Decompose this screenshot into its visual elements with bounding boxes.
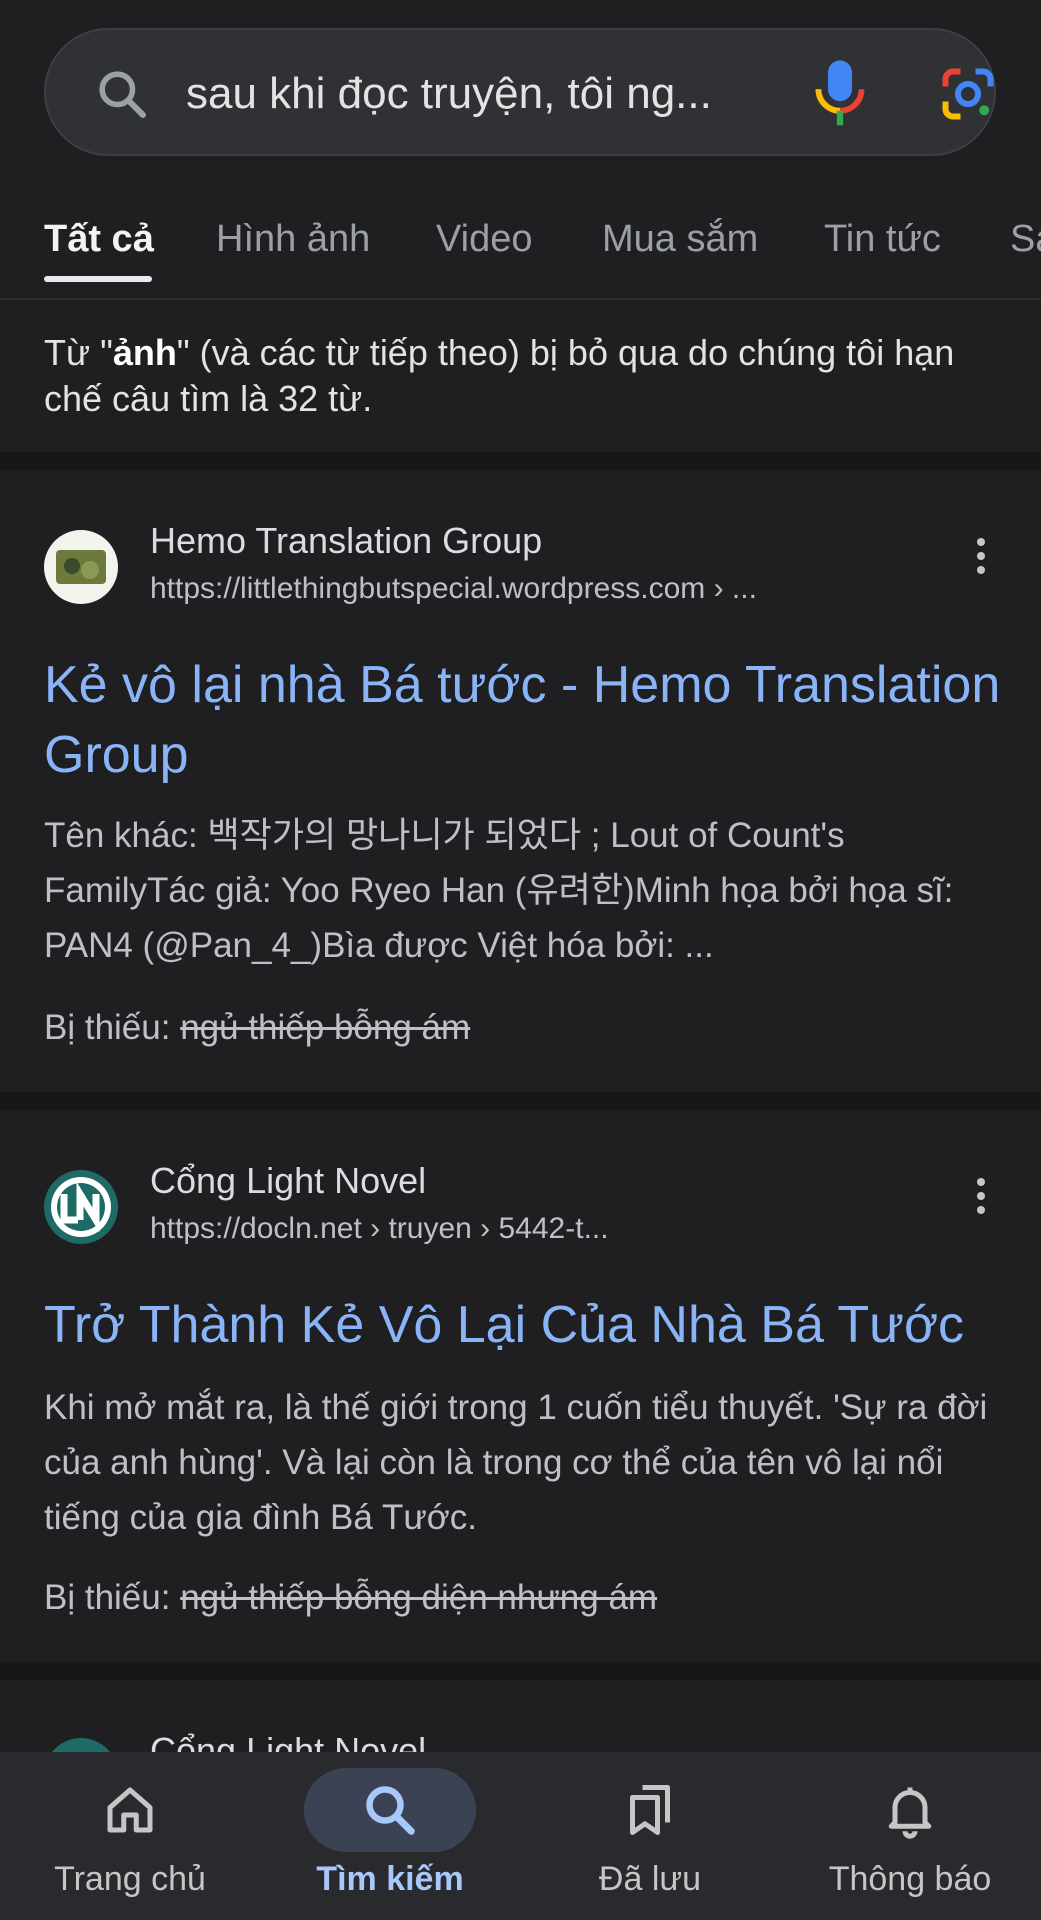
search-bar[interactable]: sau khi đọc truyện, tôi ng...: [44, 28, 996, 156]
bookmarks-icon: [630, 1785, 670, 1835]
nav-icon-container: [44, 1768, 216, 1852]
search-result: Cổng Light Novel: [0, 1680, 1041, 1752]
google-lens-icon[interactable]: [938, 64, 998, 124]
notice-word: ảnh: [112, 332, 177, 373]
nav-label: Trang chủ: [54, 1860, 206, 1898]
nav-label: Tìm kiếm: [316, 1860, 464, 1898]
nav-icon-container: [564, 1768, 736, 1852]
tab-shopping[interactable]: Mua sắm: [602, 218, 758, 261]
site-url[interactable]: https://littlethingbutspecial.wordpress.…: [150, 572, 757, 606]
site-name[interactable]: Cổng Light Novel: [150, 1730, 426, 1752]
nav-search[interactable]: Tìm kiếm: [260, 1752, 520, 1920]
divider: [0, 1662, 1041, 1680]
site-name[interactable]: Cổng Light Novel: [150, 1160, 426, 1202]
search-icon: [366, 1786, 415, 1835]
result-title-link[interactable]: Trở Thành Kẻ Vô Lại Của Nhà Bá Tước: [44, 1290, 1004, 1360]
result-title-link[interactable]: Kẻ vô lại nhà Bá tước - Hemo Translation…: [44, 650, 1004, 790]
notice-suffix: " (và các từ tiếp theo) bị bỏ qua do chú…: [44, 332, 955, 419]
missing-terms: Bị thiếu: ngủ thiếp bỗng ám: [44, 1008, 470, 1048]
divider: [0, 452, 1041, 470]
site-favicon: [44, 1170, 118, 1244]
notice-prefix: Từ ": [44, 332, 113, 373]
tab-more[interactable]: Sá: [1010, 218, 1041, 261]
nav-saved[interactable]: Đã lưu: [520, 1752, 780, 1920]
search-icon: [99, 71, 147, 119]
search-result: Cổng Light Novel https://docln.net › tru…: [0, 1110, 1041, 1660]
missing-terms: Bị thiếu: ngủ thiếp bỗng diện nhưng ám: [44, 1578, 657, 1618]
nav-icon-container: [304, 1768, 476, 1852]
nav-notifications[interactable]: Thông báo: [780, 1752, 1040, 1920]
tab-video[interactable]: Video: [436, 218, 533, 261]
tab-all[interactable]: Tất cả: [44, 218, 154, 261]
bell-icon: [888, 1787, 932, 1839]
active-tab-indicator: [44, 276, 152, 282]
more-options-icon[interactable]: [966, 1172, 996, 1232]
more-options-icon[interactable]: [966, 532, 996, 592]
site-url[interactable]: https://docln.net › truyen › 5442-t...: [150, 1212, 609, 1246]
home-icon: [107, 1787, 153, 1833]
site-favicon: [44, 1738, 118, 1752]
missing-terms-text: ngủ thiếp bỗng diện nhưng ám: [180, 1578, 658, 1617]
microphone-icon[interactable]: [810, 58, 870, 130]
site-name[interactable]: Hemo Translation Group: [150, 520, 542, 562]
nav-home[interactable]: Trang chủ: [0, 1752, 260, 1920]
nav-icon-container: [824, 1768, 996, 1852]
nav-label: Thông báo: [828, 1860, 992, 1898]
missing-label: Bị thiếu:: [44, 1578, 171, 1617]
bottom-navigation: Trang chủ Tìm kiếm Đã lưu Thông báo: [0, 1752, 1041, 1920]
result-snippet: Tên khác: 백작가의 망나니가 되었다 ; Lout of Count'…: [44, 816, 954, 965]
tab-news[interactable]: Tin tức: [824, 218, 941, 261]
divider: [0, 1092, 1041, 1110]
missing-terms-text: ngủ thiếp bỗng ám: [180, 1008, 471, 1047]
site-favicon: [44, 530, 118, 604]
nav-label: Đã lưu: [598, 1860, 702, 1898]
query-truncated-notice: Từ "ảnh" (và các từ tiếp theo) bị bỏ qua…: [0, 300, 1041, 450]
search-result: Hemo Translation Group https://littlethi…: [0, 470, 1041, 1090]
search-input[interactable]: sau khi đọc truyện, tôi ng...: [186, 64, 746, 124]
result-snippet: Khi mở mắt ra, là thế giới trong 1 cuốn …: [44, 1388, 988, 1537]
search-tabs: Tất cả Hình ảnh Video Mua sắm Tin tức Sá: [0, 210, 1041, 300]
tab-images[interactable]: Hình ảnh: [216, 218, 370, 261]
missing-label: Bị thiếu:: [44, 1008, 171, 1047]
